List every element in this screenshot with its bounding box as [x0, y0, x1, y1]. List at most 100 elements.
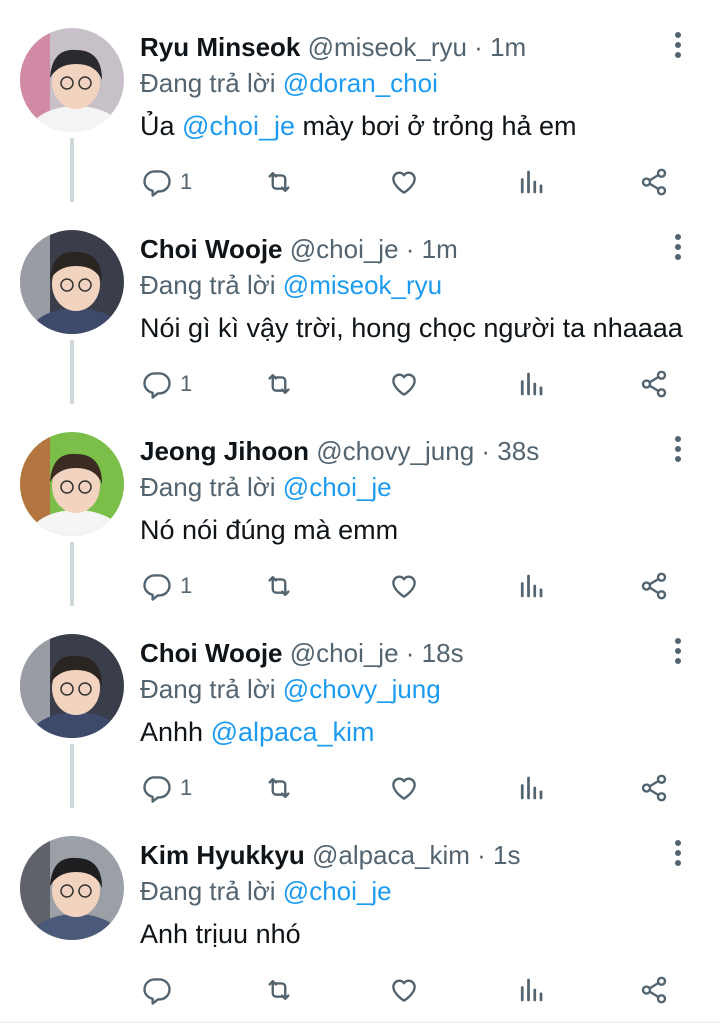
replying-to-mention[interactable]: @miseok_ryu [283, 270, 442, 300]
replying-to-mention[interactable]: @chovy_jung [283, 674, 441, 704]
timestamp[interactable]: 1m [422, 234, 458, 264]
tweet-actions: 1 [140, 366, 680, 402]
like-button[interactable] [388, 972, 420, 1008]
share-icon [638, 571, 670, 601]
views-button[interactable] [516, 770, 546, 806]
avatar[interactable] [20, 432, 124, 536]
reply-button[interactable]: 1 [142, 164, 192, 200]
replying-to-line: Đang trả lời @choi_je [140, 470, 392, 504]
tweet-actions: 1 [140, 164, 680, 200]
display-name[interactable]: Kim Hyukkyu [140, 840, 305, 870]
share-icon [638, 773, 670, 803]
retweet-button[interactable] [262, 164, 296, 200]
share-icon [638, 975, 670, 1005]
tweet-reply[interactable]: Ryu Minseok @miseok_ryu · 1m Đang trả lờ… [0, 0, 720, 202]
replying-to-mention[interactable]: @doran_choi [283, 68, 438, 98]
retweet-button[interactable] [262, 972, 296, 1008]
tweet-reply[interactable]: Jeong Jihoon @chovy_jung · 38s Đang trả … [0, 404, 720, 606]
reply-count: 1 [180, 371, 193, 396]
tweet-actions: 1 [140, 770, 680, 806]
heart-icon [388, 975, 420, 1005]
tweet-mention[interactable]: @alpaca_kim [211, 717, 375, 747]
avatar[interactable] [20, 836, 124, 940]
replying-to-line: Đang trả lời @miseok_ryu [140, 268, 442, 302]
views-button[interactable] [516, 972, 546, 1008]
share-button[interactable] [638, 770, 670, 806]
timestamp[interactable]: 1s [493, 840, 520, 870]
share-button[interactable] [638, 972, 670, 1008]
more-options-button[interactable] [666, 839, 690, 872]
timestamp[interactable]: 18s [422, 638, 464, 668]
like-button[interactable] [388, 366, 420, 402]
handle[interactable]: @alpaca_kim [312, 840, 470, 870]
share-icon [638, 369, 670, 399]
replying-to-mention[interactable]: @choi_je [283, 876, 392, 906]
tweet-header: Ryu Minseok @miseok_ryu · 1m [140, 30, 526, 64]
bar-chart-icon [516, 975, 546, 1005]
tweet-reply[interactable]: Kim Hyukkyu @alpaca_kim · 1s Đang trả lờ… [0, 808, 720, 1010]
timestamp[interactable]: 38s [497, 436, 539, 466]
tweet-text: Ủa @choi_je mày bơi ở trỏng hả em [140, 108, 577, 144]
display-name[interactable]: Jeong Jihoon [140, 436, 309, 466]
replying-to-label: Đang trả lời [140, 472, 276, 502]
replying-to-label: Đang trả lời [140, 270, 276, 300]
bar-chart-icon [516, 369, 546, 399]
share-button[interactable] [638, 366, 670, 402]
views-button[interactable] [516, 568, 546, 604]
more-vertical-icon [674, 839, 682, 872]
tweet-text-part: Nói gì kì vậy trời, hong chọc người ta n… [140, 313, 683, 343]
heart-icon [388, 571, 420, 601]
dot-separator: · [477, 840, 493, 870]
bar-chart-icon [516, 773, 546, 803]
replying-to-label: Đang trả lời [140, 674, 276, 704]
more-options-button[interactable] [666, 435, 690, 466]
reply-button[interactable]: 1 [142, 770, 192, 806]
thread-connector-line [70, 744, 74, 808]
handle[interactable]: @miseok_ryu [308, 32, 467, 62]
timestamp[interactable]: 1m [490, 32, 526, 62]
replying-to-label: Đang trả lời [140, 876, 276, 906]
reply-icon [142, 975, 172, 1005]
tweet-text-part: Nó nói đúng mà emm [140, 515, 399, 545]
like-button[interactable] [388, 770, 420, 806]
avatar[interactable] [20, 230, 124, 334]
more-options-button[interactable] [666, 31, 690, 62]
display-name[interactable]: Choi Wooje [140, 234, 283, 264]
more-options-button[interactable] [666, 233, 690, 264]
tweet-reply[interactable]: Choi Wooje @choi_je · 1m Đang trả lời @m… [0, 202, 720, 404]
share-button[interactable] [638, 164, 670, 200]
reply-count: 1 [180, 573, 193, 598]
tweet-text: Nó nói đúng mà emm [140, 512, 398, 548]
tweet-header: Jeong Jihoon @chovy_jung · 38s [140, 434, 539, 468]
replying-to-label: Đang trả lời [140, 68, 276, 98]
retweet-button[interactable] [262, 366, 296, 402]
handle[interactable]: @choi_je [290, 638, 399, 668]
reply-button[interactable]: 1 [142, 568, 192, 604]
handle[interactable]: @choi_je [290, 234, 399, 264]
tweet-mention[interactable]: @choi_je [182, 111, 295, 141]
thread-connector-line [70, 542, 74, 606]
views-button[interactable] [516, 366, 546, 402]
retweet-button[interactable] [262, 568, 296, 604]
tweet-header: Choi Wooje @choi_je · 18s [140, 636, 464, 670]
reply-button[interactable] [142, 972, 180, 1008]
retweet-button[interactable] [262, 770, 296, 806]
like-button[interactable] [388, 164, 420, 200]
heart-icon [388, 773, 420, 803]
tweet-reply[interactable]: Choi Wooje @choi_je · 18s Đang trả lời @… [0, 606, 720, 808]
display-name[interactable]: Ryu Minseok [140, 32, 300, 62]
retweet-icon [262, 167, 296, 197]
views-button[interactable] [516, 164, 546, 200]
retweet-icon [262, 571, 296, 601]
avatar[interactable] [20, 28, 124, 132]
reply-button[interactable]: 1 [142, 366, 192, 402]
thread-connector-line [70, 340, 74, 404]
handle[interactable]: @chovy_jung [316, 436, 474, 466]
like-button[interactable] [388, 568, 420, 604]
share-button[interactable] [638, 568, 670, 604]
display-name[interactable]: Choi Wooje [140, 638, 283, 668]
retweet-icon [262, 773, 296, 803]
more-options-button[interactable] [666, 637, 690, 668]
avatar[interactable] [20, 634, 124, 738]
replying-to-mention[interactable]: @choi_je [283, 472, 392, 502]
